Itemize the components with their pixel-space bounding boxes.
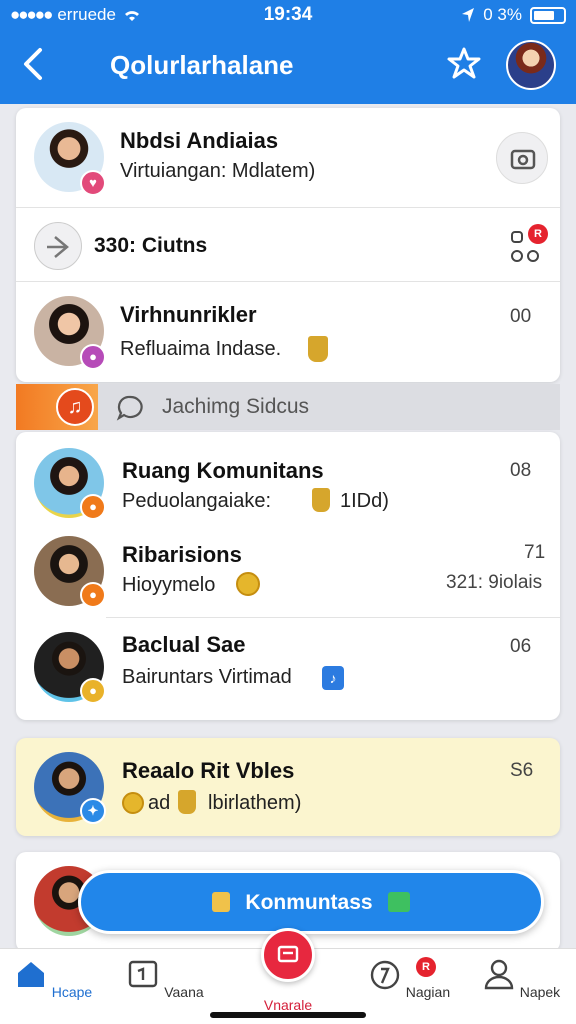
app-bar: Qolurlarhalane [0,30,576,104]
strip-label: Jachimg Sidcus [162,395,310,418]
section-strip[interactable]: ♫ Jachimg Sidcus [16,384,560,430]
camera-button[interactable] [496,132,548,184]
item-meta-secondary: 321: 9iolais [446,572,543,593]
trophy-icon [308,336,328,362]
star-outline-icon [447,47,481,79]
item-subtitle-extra: 1IDd) [340,490,389,512]
badge-icon: ● [80,494,106,520]
group-button[interactable]: R [506,224,548,266]
trophy-icon [178,790,196,814]
community-button-label: Konmuntass [245,891,373,914]
notification-icon [370,960,400,990]
coin-icon [236,572,260,596]
back-button[interactable] [18,44,58,84]
summary-row[interactable]: 330: Ciutns R [16,208,560,282]
play-button[interactable] [34,222,82,270]
tab-home[interactable]: Hcape [8,957,98,1000]
highlight-card[interactable]: ✦ Reaalo Rit Vbles ad lbirlathem) S6 [16,738,560,836]
notification-badge: R [416,957,436,977]
battery-icon [530,6,566,24]
item-meta: 08 [510,460,532,481]
item-meta: 71 [524,542,546,563]
tab-label: Vaana [164,984,204,1000]
notification-badge: R [528,224,548,244]
trophy-icon [312,488,330,512]
item-subtitle: Peduolangaiake: [122,490,272,512]
chat-bubble-icon [116,395,143,421]
item-subtitle: Bairuntars Virtimad [122,666,292,688]
list-item[interactable]: ● Baclual Sae Bairuntars Virtimad ♪ 06 [16,618,560,720]
community-card: ● Ruang Komunitans Peduolangaiake: 1IDd)… [16,432,560,720]
item-subtitle-b: lbirlathem) [208,792,302,814]
community-button[interactable]: Konmuntass [78,870,544,934]
community-icon [211,892,230,912]
heart-badge-icon: ♥ [80,170,106,196]
status-bar: ●●●●● erruede 19:34 0 3% [0,0,576,30]
profile-name: Nbdsi Andiaias [120,128,279,153]
battery-level: 0 3% [483,5,522,24]
profile-subtitle: Virtuiangan: Mdlatem) [120,160,316,182]
video-icon [129,960,158,988]
favorite-button[interactable] [444,44,484,84]
badge-icon: ✦ [80,798,106,824]
location-icon [462,8,475,22]
item-name: Ribarisions [122,542,242,567]
item-meta: 06 [510,636,532,657]
item-name: Reaalo Rit Vbles [122,758,295,783]
profile-card: ♥ Nbdsi Andiaias Virtuiangan: Mdlatem) 3… [16,108,560,382]
item-meta: 00 [510,306,532,327]
profile-row[interactable]: ♥ Nbdsi Andiaias Virtuiangan: Mdlatem) [16,108,560,208]
compose-icon [277,945,299,963]
chevron-left-icon [24,48,42,80]
tab-video[interactable]: Vaana [120,957,210,1000]
item-subtitle-a: ad [148,792,171,814]
music-note-icon: ♫ [56,388,94,426]
tab-notifications[interactable]: R Nagian [364,957,454,1000]
badge-icon: ● [80,678,106,704]
tab-label: Hcape [51,984,93,1000]
tab-label: Nagian [405,984,451,1000]
add-icon [388,892,411,912]
item-subtitle: Hioyymelo [122,574,216,596]
user-avatar[interactable] [506,40,556,90]
person-icon [484,959,514,990]
home-indicator [210,1012,366,1018]
item-name: Ruang Komunitans [122,458,324,483]
play-icon [47,236,69,258]
list-item[interactable]: ● Virhnunrikler Refluaima Indase. 00 [16,282,560,382]
page-title: Qolurlarhalane [110,50,294,80]
badge-icon: ● [80,582,106,608]
tab-label: Napek [519,984,561,1000]
tab-label: Vnarale [263,997,313,1013]
item-name: Baclual Sae [122,632,246,657]
tab-profile[interactable]: Napek [476,957,566,1000]
home-icon [17,962,44,987]
item-meta: S6 [510,760,534,781]
music-app-icon: ♪ [322,666,344,690]
list-item[interactable]: ● Ruang Komunitans Peduolangaiake: 1IDd)… [16,432,560,528]
item-subtitle: Refluaima Indase. [120,338,282,360]
create-button[interactable] [261,928,315,982]
item-name: Virhnunrikler [120,302,257,327]
badge-icon: ● [80,344,106,370]
music-tab[interactable]: ♫ [16,384,98,430]
camera-icon [510,149,536,170]
coin-icon [122,792,144,814]
list-item[interactable]: ● Ribarisions Hioyymelo 71 321: 9iolais [16,528,560,618]
summary-text: 330: Ciutns [94,234,208,257]
